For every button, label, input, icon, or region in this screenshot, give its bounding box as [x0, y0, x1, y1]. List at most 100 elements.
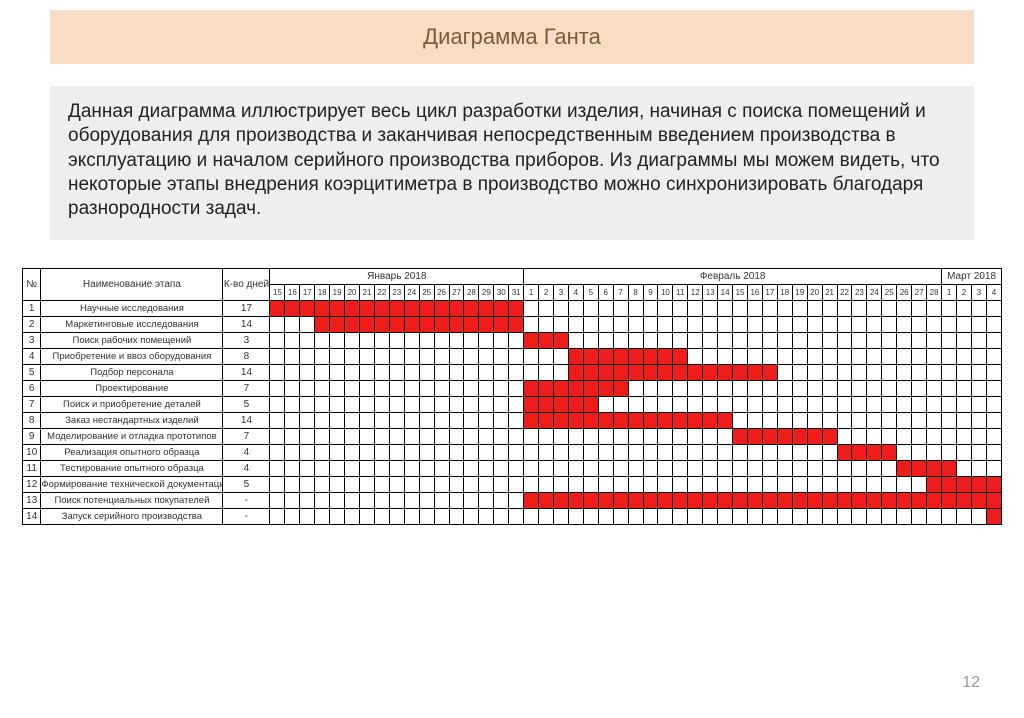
gantt-cell	[419, 444, 434, 460]
gantt-cell	[360, 412, 375, 428]
gantt-cell	[822, 492, 837, 508]
gantt-cell	[792, 492, 807, 508]
table-row: 6Проектирование7	[23, 380, 1002, 396]
gantt-cell	[494, 476, 509, 492]
gantt-cell	[957, 332, 972, 348]
gantt-cell	[285, 332, 300, 348]
gantt-cell	[315, 396, 330, 412]
gantt-cell	[688, 476, 703, 492]
gantt-cell	[539, 348, 554, 364]
day-header: 15	[733, 284, 748, 300]
gantt-cell	[285, 476, 300, 492]
gantt-cell	[971, 444, 986, 460]
gantt-cell	[598, 492, 613, 508]
gantt-cell	[628, 444, 643, 460]
day-header: 25	[419, 284, 434, 300]
gantt-cell	[703, 492, 718, 508]
gantt-cell	[822, 300, 837, 316]
gantt-cell	[852, 508, 867, 524]
gantt-cell	[986, 444, 1001, 460]
gantt-cell	[927, 476, 942, 492]
gantt-cell	[330, 332, 345, 348]
gantt-cell	[718, 380, 733, 396]
gantt-cell	[822, 316, 837, 332]
gantt-cell	[792, 460, 807, 476]
gantt-cell	[598, 428, 613, 444]
task-name: Тестирование опытного образца	[41, 460, 223, 476]
gantt-cell	[479, 412, 494, 428]
gantt-cell	[524, 332, 539, 348]
gantt-cell	[270, 508, 285, 524]
gantt-cell	[971, 476, 986, 492]
gantt-cell	[688, 460, 703, 476]
gantt-cell	[300, 492, 315, 508]
gantt-cell	[524, 364, 539, 380]
gantt-cell	[792, 476, 807, 492]
gantt-cell	[300, 300, 315, 316]
day-header: 17	[300, 284, 315, 300]
day-header: 27	[912, 284, 927, 300]
gantt-cell	[792, 364, 807, 380]
gantt-cell	[389, 364, 404, 380]
gantt-cell	[374, 332, 389, 348]
gantt-cell	[270, 492, 285, 508]
gantt-cell	[345, 492, 360, 508]
gantt-cell	[643, 508, 658, 524]
gantt-cell	[688, 396, 703, 412]
gantt-cell	[986, 476, 1001, 492]
gantt-cell	[524, 300, 539, 316]
gantt-cell	[404, 380, 419, 396]
gantt-cell	[568, 364, 583, 380]
gantt-cell	[643, 396, 658, 412]
gantt-cell	[822, 508, 837, 524]
gantt-cell	[449, 396, 464, 412]
gantt-cell	[285, 364, 300, 380]
task-num: 2	[23, 316, 41, 332]
gantt-cell	[554, 316, 569, 332]
gantt-cell	[419, 348, 434, 364]
day-header: 2	[957, 284, 972, 300]
gantt-cell	[374, 412, 389, 428]
gantt-cell	[568, 428, 583, 444]
gantt-cell	[792, 412, 807, 428]
gantt-cell	[703, 508, 718, 524]
day-header: 4	[986, 284, 1001, 300]
gantt-cell	[792, 444, 807, 460]
gantt-cell	[628, 396, 643, 412]
gantt-cell	[673, 508, 688, 524]
gantt-cell	[434, 444, 449, 460]
gantt-cell	[971, 316, 986, 332]
gantt-cell	[703, 396, 718, 412]
task-days: 14	[223, 412, 270, 428]
gantt-cell	[852, 412, 867, 428]
gantt-cell	[971, 412, 986, 428]
gantt-cell	[389, 460, 404, 476]
gantt-cell	[419, 508, 434, 524]
gantt-cell	[777, 332, 792, 348]
gantt-cell	[897, 460, 912, 476]
gantt-cell	[434, 476, 449, 492]
gantt-cell	[807, 316, 822, 332]
gantt-cell	[494, 396, 509, 412]
gantt-cell	[583, 428, 598, 444]
task-num: 14	[23, 508, 41, 524]
gantt-cell	[942, 348, 957, 364]
gantt-cell	[568, 316, 583, 332]
gantt-cell	[688, 316, 703, 332]
gantt-cell	[434, 428, 449, 444]
gantt-cell	[345, 460, 360, 476]
task-num: 1	[23, 300, 41, 316]
task-name: Приобретение и ввоз оборудования	[41, 348, 223, 364]
gantt-cell	[345, 316, 360, 332]
gantt-cell	[747, 508, 762, 524]
gantt-cell	[583, 348, 598, 364]
gantt-cell	[658, 316, 673, 332]
gantt-cell	[434, 460, 449, 476]
gantt-cell	[852, 492, 867, 508]
gantt-cell	[927, 396, 942, 412]
gantt-cell	[762, 444, 777, 460]
gantt-cell	[658, 300, 673, 316]
gantt-cell	[927, 316, 942, 332]
gantt-cell	[837, 332, 852, 348]
day-header: 18	[777, 284, 792, 300]
